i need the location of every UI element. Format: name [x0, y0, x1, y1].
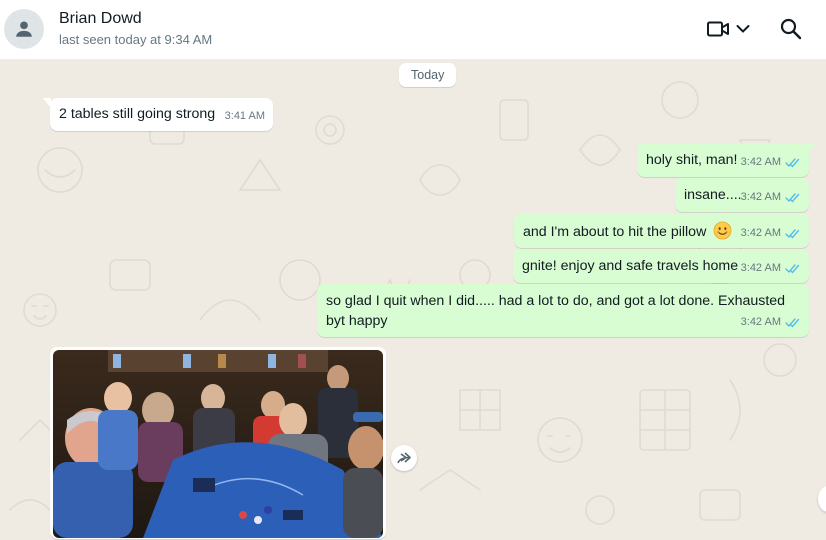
read-receipt-icon — [785, 229, 800, 239]
video-call-button[interactable] — [706, 16, 756, 42]
message-meta: 3:42 AM — [741, 153, 801, 172]
message-text: holy shit, man! — [646, 152, 738, 168]
date-separator: Today — [399, 63, 457, 87]
message-outgoing[interactable]: and I'm about to hit the pillow 3:42 AM — [514, 213, 809, 248]
video-call-icon — [707, 21, 729, 37]
message-time: 3:42 AM — [740, 156, 781, 168]
bubble-tail — [43, 98, 51, 108]
message-meta: 3:42 AM — [741, 312, 801, 332]
poker-table-photo[interactable] — [53, 350, 383, 538]
person-icon — [16, 21, 32, 37]
message-time: 3:41 AM — [224, 110, 265, 122]
message-incoming[interactable]: 2 tables still going strong 3:41 AM — [43, 98, 273, 131]
message-meta: 3:42 AM — [741, 259, 801, 278]
message-time: 3:42 AM — [740, 262, 781, 274]
message-text: and I'm about to hit the pillow — [523, 224, 707, 240]
conversation-panel[interactable]: Today 2 tables still going strong 3:41 A… — [0, 60, 826, 540]
message-outgoing[interactable]: so glad I quit when I did..... had a lot… — [317, 284, 809, 337]
message-outgoing[interactable]: gnite! enjoy and safe travels home 3:42 … — [513, 249, 809, 283]
message-meta: 3:42 AM — [741, 188, 801, 207]
message-time: 3:42 AM — [740, 316, 781, 328]
message-time: 3:42 AM — [740, 227, 781, 239]
message-incoming-photo[interactable] — [50, 347, 386, 539]
message-text: so glad I quit when I did..... had a lot… — [326, 293, 786, 329]
search-icon — [780, 18, 802, 40]
read-receipt-icon — [785, 158, 800, 168]
photo-illustration — [53, 350, 383, 538]
smiling-face-emoji-icon — [713, 221, 732, 240]
message-text: insane.... — [684, 187, 742, 203]
last-seen-status: last seen today at 9:34 AM — [59, 32, 213, 47]
contact-name[interactable]: Brian Dowd — [59, 10, 142, 28]
chat-header: Brian Dowd last seen today at 9:34 AM — [0, 0, 826, 60]
avatar[interactable] — [4, 9, 44, 49]
chevron-down-icon — [736, 25, 750, 33]
message-outgoing[interactable]: holy shit, man! 3:42 AM — [637, 143, 816, 177]
message-time: 3:42 AM — [740, 191, 781, 203]
read-receipt-icon — [785, 317, 800, 328]
forward-icon — [397, 452, 411, 464]
read-receipt-icon — [785, 193, 800, 203]
forward-button[interactable] — [391, 445, 417, 471]
message-meta: 3:41 AM — [225, 107, 265, 126]
search-button[interactable] — [778, 16, 804, 42]
read-receipt-icon — [785, 264, 800, 274]
bubble-tail — [808, 143, 816, 153]
message-text: 2 tables still going strong — [59, 106, 216, 122]
message-text: gnite! enjoy and safe travels home — [522, 258, 739, 274]
message-meta: 3:42 AM — [741, 224, 801, 243]
message-outgoing[interactable]: insane.... 3:42 AM — [675, 178, 809, 212]
